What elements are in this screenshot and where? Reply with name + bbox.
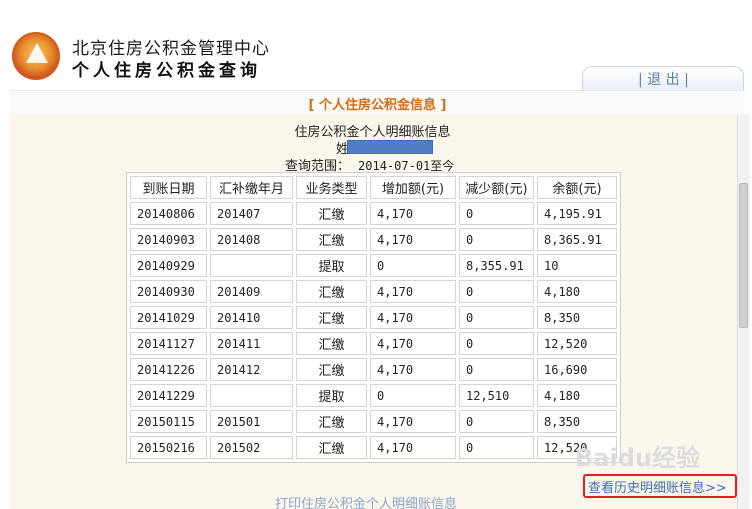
cell-month: 201408: [210, 228, 293, 251]
cell-balance: 12,520: [537, 332, 617, 355]
cell-balance: 16,690: [537, 358, 617, 381]
cell-month: 201502: [210, 436, 293, 459]
cell-balance: 4,180: [537, 384, 617, 407]
cell-balance: 8,365.91: [537, 228, 617, 251]
detail-table: 到账日期 汇补缴年月 业务类型 增加额(元) 减少额(元) 余额(元) 2014…: [126, 172, 621, 463]
cell-month: 201412: [210, 358, 293, 381]
section-title: [ 个人住房公积金信息 ]: [308, 98, 447, 113]
cell-date: 20140806: [130, 202, 207, 225]
cell-type: 提取: [296, 384, 367, 407]
scrollbar-thumb[interactable]: [739, 183, 748, 328]
table-row: 20140929 提取 0 8,355.91 10: [130, 254, 617, 277]
cell-month: 201410: [210, 306, 293, 329]
cell-month: 201411: [210, 332, 293, 355]
table-row: 20150216 201502 汇缴 4,170 0 12,520: [130, 436, 617, 459]
cell-date: 20141229: [130, 384, 207, 407]
cell-increase: 0: [370, 254, 456, 277]
history-link[interactable]: 查看历史明细账信息>>: [588, 477, 727, 496]
cell-increase: 4,170: [370, 306, 456, 329]
cell-increase: 4,170: [370, 202, 456, 225]
col-date: 到账日期: [130, 176, 207, 199]
table-row: 20141029 201410 汇缴 4,170 0 8,350: [130, 306, 617, 329]
cell-month: [210, 254, 293, 277]
cell-month: 201407: [210, 202, 293, 225]
cell-type: 汇缴: [296, 306, 367, 329]
table-row: 20140903 201408 汇缴 4,170 0 8,365.91: [130, 228, 617, 251]
cell-type: 汇缴: [296, 228, 367, 251]
cell-increase: 4,170: [370, 332, 456, 355]
cell-month: [210, 384, 293, 407]
col-balance: 余额(元): [537, 176, 617, 199]
logout-button[interactable]: | 退 出 |: [638, 69, 689, 89]
baidu-watermark: Baidu经验: [575, 444, 700, 472]
table-header-row: 到账日期 汇补缴年月 业务类型 增加额(元) 减少额(元) 余额(元): [130, 176, 617, 199]
col-month: 汇补缴年月: [210, 176, 293, 199]
cell-increase: 4,170: [370, 358, 456, 381]
name-redaction: [347, 140, 433, 154]
cell-type: 汇缴: [296, 436, 367, 459]
cell-date: 20150216: [130, 436, 207, 459]
cell-increase: 4,170: [370, 410, 456, 433]
col-increase: 增加额(元): [370, 176, 456, 199]
logo-icon: [12, 32, 60, 80]
cell-type: 汇缴: [296, 332, 367, 355]
cell-decrease: 0: [459, 280, 534, 303]
table-row: 20141229 提取 0 12,510 4,180: [130, 384, 617, 407]
cell-decrease: 0: [459, 410, 534, 433]
table-row: 20140930 201409 汇缴 4,170 0 4,180: [130, 280, 617, 303]
cell-decrease: 8,355.91: [459, 254, 534, 277]
range-value: 2014-07-01至今: [358, 159, 455, 173]
info-title: 住房公积金个人明细账信息: [294, 125, 451, 140]
cell-decrease: 0: [459, 332, 534, 355]
cell-type: 提取: [296, 254, 367, 277]
table-row: 20140806 201407 汇缴 4,170 0 4,195.91: [130, 202, 617, 225]
table-row: 20141226 201412 汇缴 4,170 0 16,690: [130, 358, 617, 381]
section-band: [ 个人住房公积金信息 ]: [10, 90, 745, 114]
cell-increase: 4,170: [370, 436, 456, 459]
cell-month: 201409: [210, 280, 293, 303]
cell-date: 20141226: [130, 358, 207, 381]
table-row: 20150115 201501 汇缴 4,170 0 8,350: [130, 410, 617, 433]
cell-balance: 8,350: [537, 410, 617, 433]
cell-balance: 4,195.91: [537, 202, 617, 225]
cell-month: 201501: [210, 410, 293, 433]
cell-type: 汇缴: [296, 410, 367, 433]
table-row: 20141127 201411 汇缴 4,170 0 12,520: [130, 332, 617, 355]
cell-decrease: 0: [459, 306, 534, 329]
cell-balance: 8,350: [537, 306, 617, 329]
app-name: 个人住房公积金查询: [72, 61, 261, 81]
cell-balance: 4,180: [537, 280, 617, 303]
cell-decrease: 0: [459, 202, 534, 225]
col-decrease: 减少额(元): [459, 176, 534, 199]
cell-increase: 0: [370, 384, 456, 407]
cell-type: 汇缴: [296, 202, 367, 225]
cell-increase: 4,170: [370, 228, 456, 251]
cell-type: 汇缴: [296, 280, 367, 303]
cell-decrease: 12,510: [459, 384, 534, 407]
cell-date: 20141127: [130, 332, 207, 355]
cell-date: 20140903: [130, 228, 207, 251]
cell-type: 汇缴: [296, 358, 367, 381]
cell-increase: 4,170: [370, 280, 456, 303]
cell-date: 20141029: [130, 306, 207, 329]
cell-date: 20140929: [130, 254, 207, 277]
cell-date: 20140930: [130, 280, 207, 303]
col-type: 业务类型: [296, 176, 367, 199]
print-link[interactable]: 打印住房公积金个人明细账信息: [275, 493, 457, 509]
cell-balance: 10: [537, 254, 617, 277]
cell-decrease: 0: [459, 228, 534, 251]
cell-decrease: 0: [459, 358, 534, 381]
cell-date: 20150115: [130, 410, 207, 433]
cell-decrease: 0: [459, 436, 534, 459]
